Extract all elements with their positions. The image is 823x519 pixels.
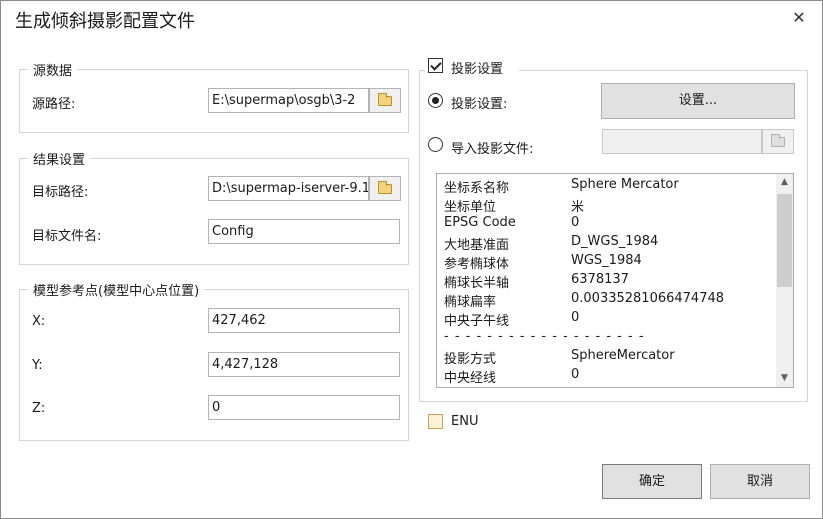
info-row: 坐标系名称 Sphere Mercator [444,177,679,196]
projection-info-list[interactable]: 坐标系名称 Sphere Mercator 坐标单位 米 EPSG Code 0… [436,173,794,388]
projection-import-radio[interactable] [428,137,443,152]
source-path-browse-button[interactable] [369,88,401,113]
scroll-down-icon[interactable]: ▼ [776,370,793,387]
info-row: 参考椭球体 WGS_1984 [444,253,642,272]
cancel-button[interactable]: 取消 [710,464,810,499]
info-row: EPSG Code 0 [444,215,580,230]
info-row: 坐标单位 米 [444,200,585,215]
target-file-input[interactable]: Config [208,219,400,244]
ok-button[interactable]: 确定 [602,464,702,499]
info-row: 投影方式 SphereMercator [444,348,675,367]
source-path-label: 源路径: [32,97,76,112]
close-icon[interactable]: ✕ [790,9,808,27]
folder-icon [378,92,392,106]
info-row: 大地基准面 D_WGS_1984 [444,234,659,253]
scroll-thumb[interactable] [777,194,792,287]
x-input[interactable]: 427,462 [208,308,400,333]
reference-point-legend: 模型参考点(模型中心点位置) [28,280,205,299]
info-row: 椭球长半轴 6378137 [444,272,629,291]
projection-set-button[interactable]: 设置... [601,83,795,119]
result-settings-group: 结果设置 [19,149,409,265]
folder-icon [378,180,392,194]
enu-label: ENU [451,414,479,429]
info-separator: - - - - - - - - - - - - - - - - - - - [444,329,645,344]
source-path-input[interactable]: E:\supermap\osgb\3-2 [208,88,369,113]
info-row: 中央经线 0 [444,367,580,386]
window-title: 生成倾斜摄影配置文件 [15,11,195,32]
target-path-browse-button[interactable] [369,176,401,201]
enu-checkbox[interactable] [428,414,443,429]
projection-import-browse-button[interactable] [762,129,794,154]
y-label: Y: [32,358,43,373]
z-input[interactable]: 0 [208,395,400,420]
target-path-input[interactable]: D:\supermap-iserver-9.1. [208,176,369,201]
result-settings-legend: 结果设置 [28,149,91,168]
projection-set-radio[interactable] [428,93,443,108]
projection-enable-label: 投影设置 [451,62,504,77]
x-label: X: [32,314,46,329]
projection-import-path-input[interactable] [602,129,762,154]
projection-import-label: 导入投影文件: [451,142,534,157]
target-file-label: 目标文件名: [32,229,102,244]
projection-enable-checkbox[interactable] [428,58,443,73]
source-data-legend: 源数据 [28,60,78,79]
title-bar: 生成倾斜摄影配置文件 ✕ [1,1,822,37]
target-path-label: 目标路径: [32,185,89,200]
info-scrollbar[interactable]: ▲ ▼ [776,174,793,387]
info-row: 中央子午线 0 [444,310,580,329]
folder-icon [771,133,785,147]
projection-set-label: 投影设置: [451,97,508,112]
info-row: 椭球扁率 0.00335281066474748 [444,291,725,310]
z-label: Z: [32,401,46,416]
dialog-window: 生成倾斜摄影配置文件 ✕ 源数据 源路径: E:\supermap\osgb\3… [0,0,823,519]
projection-legend: 投影设置 [425,56,519,77]
scroll-up-icon[interactable]: ▲ [776,174,793,191]
y-input[interactable]: 4,427,128 [208,352,400,377]
